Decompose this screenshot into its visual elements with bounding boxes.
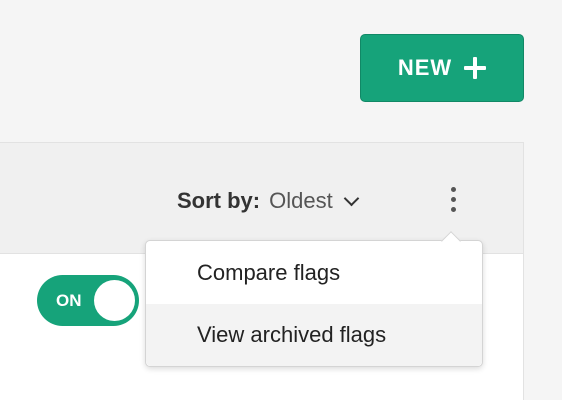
kebab-menu-icon[interactable] [438,179,468,219]
kebab-dot [450,196,456,202]
toggle-knob [94,280,135,321]
chevron-down-icon [343,190,359,206]
kebab-dot [450,206,456,212]
sort-value: Oldest [269,188,333,213]
more-actions-menu: Compare flags View archived flags [145,240,483,367]
page: NEW Sort by: Oldest ON Compare flags Vie… [0,0,562,400]
sort-by-dropdown[interactable]: Sort by: Oldest [177,186,359,216]
kebab-dot [450,186,456,192]
sort-by-label: Sort by: [177,188,261,213]
plus-icon [464,57,487,79]
flag-toggle[interactable]: ON [37,275,139,326]
menu-item-compare-flags[interactable]: Compare flags [146,242,482,304]
new-flag-button[interactable]: NEW [360,34,524,102]
new-button-label: NEW [397,55,453,80]
menu-item-view-archived-flags[interactable]: View archived flags [146,304,482,366]
toggle-label: ON [56,291,82,310]
